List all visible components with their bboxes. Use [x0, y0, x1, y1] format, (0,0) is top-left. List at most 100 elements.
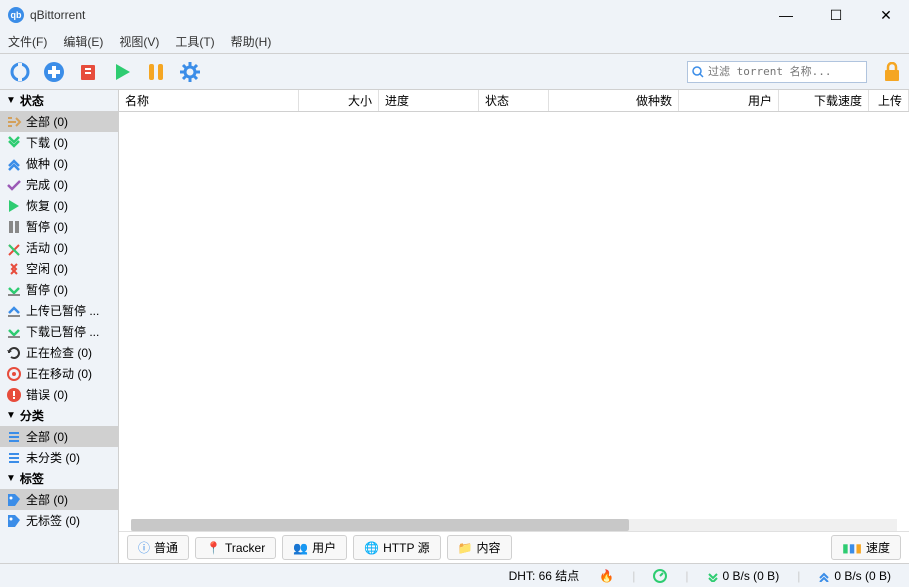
tab-tracker[interactable]: 📍Tracker — [195, 537, 276, 559]
settings-button[interactable] — [178, 60, 202, 84]
sidebar-item-label: 下载已暂停 ... — [26, 323, 99, 340]
sidebar-item[interactable]: 错误 (0) — [0, 384, 118, 405]
pause-button[interactable] — [144, 60, 168, 84]
status-download: 0 B/s (0 B) — [707, 569, 780, 583]
tab-http[interactable]: 🌐HTTP 源 — [353, 535, 440, 560]
filter-icon — [6, 387, 22, 403]
sidebar-item[interactable]: 暂停 (0) — [0, 216, 118, 237]
sidebar-item[interactable]: 空闲 (0) — [0, 258, 118, 279]
sidebar-item[interactable]: 做种 (0) — [0, 153, 118, 174]
play-icon — [112, 62, 132, 82]
sidebar-section-category[interactable]: ▼ 分类 — [0, 405, 118, 426]
sidebar-item[interactable]: 上传已暂停 ... — [0, 300, 118, 321]
sidebar-item[interactable]: 正在移动 (0) — [0, 363, 118, 384]
app-icon: qb — [8, 7, 24, 23]
speed-limit-icon[interactable] — [653, 569, 667, 583]
globe-icon: 🌐 — [364, 541, 379, 555]
search-icon — [692, 66, 704, 78]
maximize-button[interactable]: ☐ — [821, 7, 851, 24]
add-torrent-button[interactable] — [42, 60, 66, 84]
menu-tools[interactable]: 工具(T) — [175, 33, 214, 50]
lock-icon[interactable] — [883, 62, 901, 82]
section-label: 标签 — [20, 470, 44, 487]
filter-icon — [6, 513, 22, 529]
sidebar-item[interactable]: 全部 (0) — [0, 489, 118, 510]
menu-edit[interactable]: 编辑(E) — [63, 33, 103, 50]
table-body — [119, 112, 909, 531]
toolbar — [0, 54, 909, 90]
status-upload: 0 B/s (0 B) — [818, 569, 891, 583]
firewall-icon: 🔥 — [599, 569, 614, 583]
filter-box[interactable] — [687, 61, 867, 83]
scrollbar-thumb[interactable] — [131, 519, 629, 531]
tab-content[interactable]: 📁内容 — [447, 535, 512, 560]
filter-icon — [6, 219, 22, 235]
filter-icon — [6, 303, 22, 319]
filter-icon — [6, 177, 22, 193]
column-status[interactable]: 状态 — [479, 90, 549, 111]
column-upspeed[interactable]: 上传 — [869, 90, 909, 111]
filter-icon — [6, 450, 22, 466]
filter-icon — [6, 429, 22, 445]
sidebar-item-label: 正在检查 (0) — [26, 344, 92, 361]
menu-help[interactable]: 帮助(H) — [231, 33, 272, 50]
filter-icon — [6, 135, 22, 151]
filter-input[interactable] — [708, 65, 862, 78]
close-button[interactable]: ✕ — [871, 7, 901, 24]
sidebar-item[interactable]: 完成 (0) — [0, 174, 118, 195]
sidebar-item-label: 全部 (0) — [26, 428, 68, 445]
sidebar-item-label: 全部 (0) — [26, 113, 68, 130]
sidebar-item[interactable]: 全部 (0) — [0, 426, 118, 447]
sidebar-item[interactable]: 下载已暂停 ... — [0, 321, 118, 342]
sidebar-section-status[interactable]: ▼ 状态 — [0, 90, 118, 111]
tab-speed[interactable]: ▮▮▮速度 — [831, 535, 901, 560]
column-dlspeed[interactable]: 下载速度 — [779, 90, 869, 111]
column-name[interactable]: 名称 — [119, 90, 299, 111]
filter-icon — [6, 366, 22, 382]
sidebar-item[interactable]: 未分类 (0) — [0, 447, 118, 468]
column-peers[interactable]: 用户 — [679, 90, 779, 111]
table-header: 名称 大小 进度 状态 做种数 用户 下载速度 上传 — [119, 90, 909, 112]
filter-icon — [6, 324, 22, 340]
minimize-button[interactable]: — — [771, 7, 801, 24]
menu-bar: 文件(F) 编辑(E) 视图(V) 工具(T) 帮助(H) — [0, 30, 909, 54]
sidebar-item-label: 上传已暂停 ... — [26, 302, 99, 319]
pause-icon — [146, 62, 166, 82]
sidebar-item[interactable]: 全部 (0) — [0, 111, 118, 132]
column-progress[interactable]: 进度 — [379, 90, 479, 111]
sidebar-item[interactable]: 恢复 (0) — [0, 195, 118, 216]
horizontal-scrollbar[interactable] — [131, 519, 897, 531]
filter-icon — [6, 492, 22, 508]
sidebar-item-label: 全部 (0) — [26, 491, 68, 508]
tab-general[interactable]: ⓘ普通 — [127, 535, 189, 560]
tab-peers[interactable]: 👥用户 — [282, 535, 347, 560]
remove-button[interactable] — [76, 60, 100, 84]
detail-tabs: ⓘ普通 📍Tracker 👥用户 🌐HTTP 源 📁内容 ▮▮▮速度 — [119, 531, 909, 563]
column-seeds[interactable]: 做种数 — [549, 90, 679, 111]
sidebar-item-label: 活动 (0) — [26, 239, 68, 256]
pin-icon: 📍 — [206, 541, 221, 555]
menu-file[interactable]: 文件(F) — [8, 33, 47, 50]
sidebar-item-label: 做种 (0) — [26, 155, 68, 172]
title-bar: qb qBittorrent — ☐ ✕ — [0, 0, 909, 30]
status-bar: DHT: 66 结点 🔥 | | 0 B/s (0 B) | 0 B/s (0 … — [0, 563, 909, 587]
link-icon — [9, 61, 31, 83]
sidebar-item-label: 未分类 (0) — [26, 449, 80, 466]
resume-button[interactable] — [110, 60, 134, 84]
column-size[interactable]: 大小 — [299, 90, 379, 111]
sidebar-item[interactable]: 活动 (0) — [0, 237, 118, 258]
add-link-button[interactable] — [8, 60, 32, 84]
menu-view[interactable]: 视图(V) — [119, 33, 159, 50]
chart-icon: ▮▮▮ — [842, 541, 862, 555]
sidebar-item-label: 错误 (0) — [26, 386, 68, 403]
content-area: 名称 大小 进度 状态 做种数 用户 下载速度 上传 ⓘ普通 📍Tracker … — [119, 90, 909, 563]
sidebar-item-label: 暂停 (0) — [26, 281, 68, 298]
sidebar-item[interactable]: 下载 (0) — [0, 132, 118, 153]
chevron-down-icon: ▼ — [6, 473, 16, 484]
sidebar-item[interactable]: 无标签 (0) — [0, 510, 118, 531]
chevron-down-icon: ▼ — [6, 95, 16, 106]
filter-icon — [6, 345, 22, 361]
sidebar-item[interactable]: 暂停 (0) — [0, 279, 118, 300]
sidebar-section-tag[interactable]: ▼ 标签 — [0, 468, 118, 489]
sidebar-item[interactable]: 正在检查 (0) — [0, 342, 118, 363]
